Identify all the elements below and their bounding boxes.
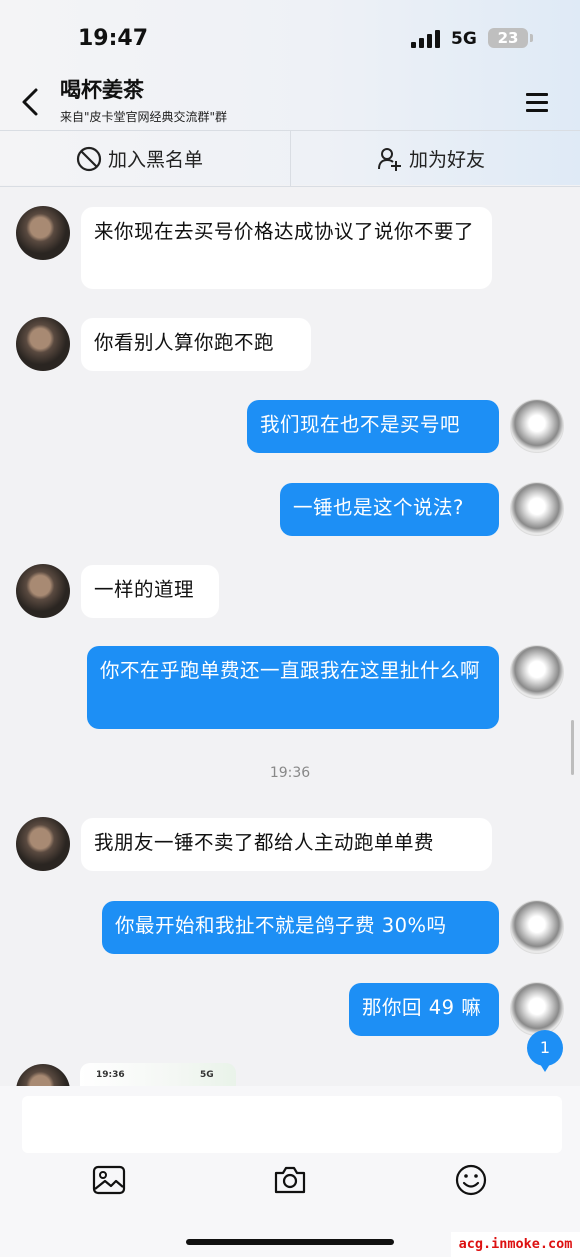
message-bubble: 我们现在也不是买号吧 [247,400,499,453]
blacklist-button[interactable]: 加入黑名单 [76,131,203,186]
message-bubble: 一样的道理 [81,565,219,618]
back-icon[interactable] [18,86,46,118]
divider [290,131,291,186]
avatar[interactable] [510,399,564,453]
add-user-icon [378,147,401,171]
blacklist-label: 加入黑名单 [108,149,204,171]
avatar[interactable] [16,206,70,260]
image-preview-time: 19:36 [96,1070,125,1080]
timestamp: 19:36 [269,765,311,781]
avatar[interactable] [510,482,564,536]
add-friend-button[interactable]: 加为好友 [377,131,485,186]
network-type: 5G [451,29,477,49]
block-icon [76,146,102,171]
avatar[interactable] [16,817,70,871]
avatar[interactable] [510,645,564,699]
avatar[interactable] [16,564,70,618]
camera-icon[interactable] [272,1162,308,1198]
message-bubble: 你看别人算你跑不跑 [81,318,311,371]
message-bubble: 来你现在去买号价格达成协议了说你不要了 [81,207,492,289]
message-bubble: 你不在乎跑单费还一直跟我在这里扯什么啊 [87,646,499,729]
home-indicator[interactable] [186,1239,394,1245]
chat-subtitle: 来自"皮卡堂官网经典交流群"群 [60,110,228,124]
avatar[interactable] [510,982,564,1036]
scrollbar[interactable] [571,720,574,775]
emoji-icon[interactable] [453,1162,489,1198]
message-input[interactable] [22,1096,562,1153]
message-bubble: 一锤也是这个说法? [280,483,499,536]
message-bubble: 我朋友一锤不卖了都给人主动跑单单费 [81,818,492,871]
message-bubble: 你最开始和我扯不就是鸽子费 30%吗 [102,901,499,954]
chat-title: 喝杯姜茶 [60,78,144,102]
image-preview-network: 5G [200,1070,214,1080]
watermark: acg.inmoke.com [451,1232,580,1257]
menu-icon[interactable] [526,91,550,113]
status-time: 19:47 [78,26,149,51]
message-bubble: 那你回 49 嘛 [349,983,499,1036]
signal-icon [411,30,441,48]
avatar[interactable] [16,317,70,371]
add-friend-label: 加为好友 [409,149,486,171]
battery-indicator: 23 [488,28,533,48]
image-icon[interactable] [91,1162,127,1198]
action-bar: 加入黑名单 加为好友 [0,130,580,187]
image-message-preview[interactable]: 19:36 5G [80,1063,236,1087]
avatar[interactable] [510,900,564,954]
unread-badge[interactable]: 1 [527,1030,563,1072]
